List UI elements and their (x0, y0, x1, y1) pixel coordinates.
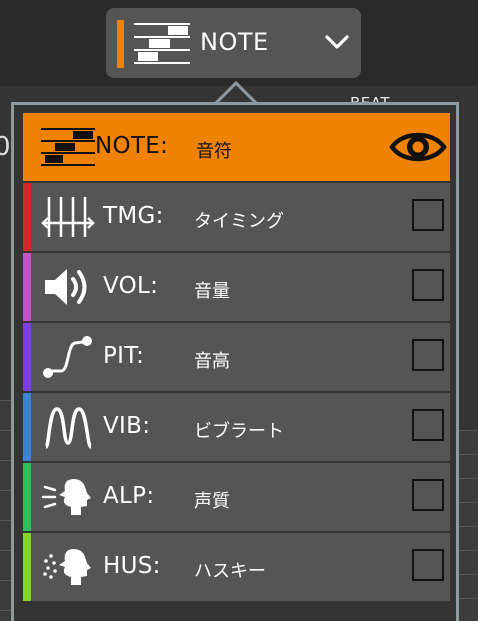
menu-item-alp[interactable]: ALP: 声質 (23, 463, 450, 531)
menu-item-name: 音符 (196, 141, 232, 162)
selector-label: NOTE (200, 28, 269, 56)
note-bars-icon (41, 128, 95, 166)
menu-item-vol[interactable]: VOL: 音量 (23, 253, 450, 321)
menu-item-code: ALP: (103, 483, 155, 509)
vibrato-wave-icon (44, 407, 93, 449)
timing-icon (41, 197, 95, 237)
color-stripe (23, 323, 31, 391)
visibility-checkbox[interactable] (412, 339, 444, 371)
menu-item-note[interactable]: NOTE: 音符 (23, 113, 450, 181)
menu-item-name: ビブラート (194, 421, 284, 442)
color-stripe (23, 533, 31, 601)
note-bars-icon (134, 23, 190, 64)
color-stripe (23, 183, 31, 251)
parameter-selector-button[interactable]: NOTE (106, 8, 361, 78)
menu-item-code: HUS: (103, 553, 161, 579)
menu-item-code: VIB: (103, 413, 151, 439)
chevron-down-icon (325, 35, 349, 49)
grid-lines-right (458, 430, 478, 621)
husky-voice-icon (43, 549, 91, 585)
color-stripe (23, 393, 31, 461)
visibility-checkbox[interactable] (412, 269, 444, 301)
menu-item-tmg[interactable]: TMG: タイミング (23, 183, 450, 251)
menu-item-name: 声質 (194, 491, 230, 512)
menu-item-code: TMG: (103, 203, 164, 229)
speaker-icon (45, 269, 87, 305)
menu-item-hus[interactable]: HUS: ハスキー (23, 533, 450, 601)
color-stripe (23, 463, 31, 531)
selector-accent-bar (117, 20, 124, 68)
menu-item-name: タイミング (194, 211, 284, 232)
menu-item-code: NOTE: (95, 133, 169, 159)
visibility-checkbox[interactable] (412, 199, 444, 231)
menu-item-vib[interactable]: VIB: ビブラート (23, 393, 450, 461)
alpha-voice-icon (41, 479, 91, 515)
menu-item-code: VOL: (103, 273, 159, 299)
parameter-dropdown-panel: NOTE: 音符 TMG: タイミング VOL: 音量 PIT: 音高 VIB:… (11, 102, 459, 621)
visibility-checkbox[interactable] (412, 549, 444, 581)
color-stripe (23, 253, 31, 321)
menu-item-pit[interactable]: PIT: 音高 (23, 323, 450, 391)
pitch-curve-icon (43, 336, 92, 378)
menu-item-name: ハスキー (194, 561, 266, 582)
menu-item-name: 音量 (194, 281, 230, 302)
visibility-checkbox[interactable] (412, 409, 444, 441)
ruler-digit: 0 (0, 132, 11, 162)
visibility-checkbox[interactable] (412, 479, 444, 511)
eye-icon[interactable] (389, 127, 447, 167)
menu-item-code: PIT: (103, 343, 145, 369)
menu-item-name: 音高 (194, 351, 230, 372)
